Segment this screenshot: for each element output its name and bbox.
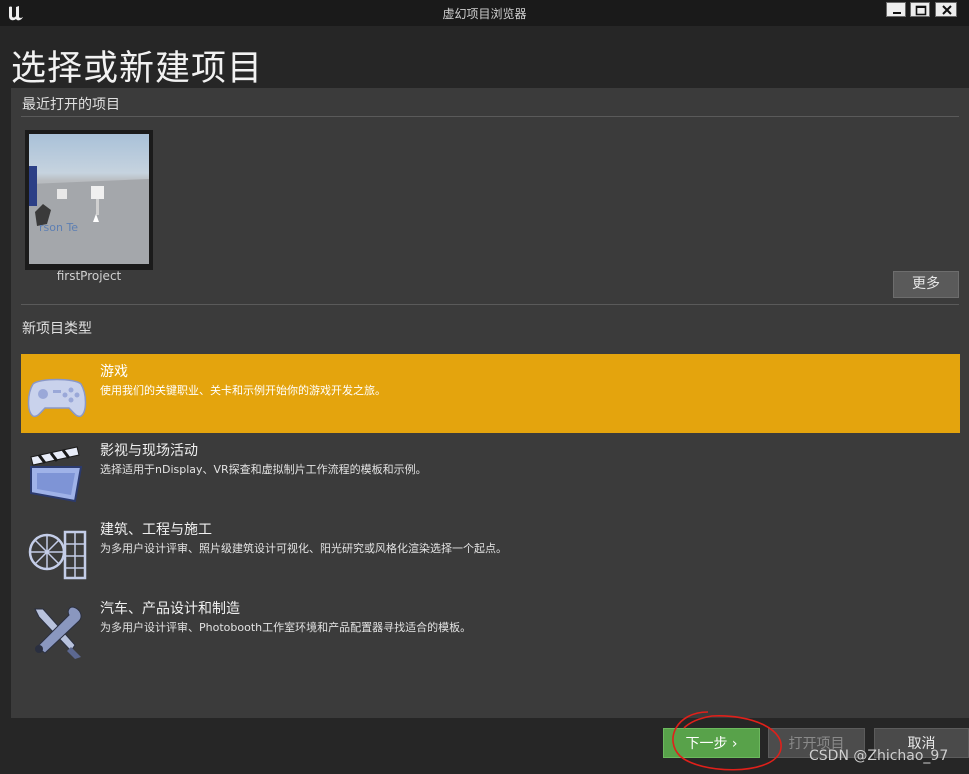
title-bar: 虚幻项目浏览器 — [0, 0, 969, 26]
type-name: 建筑、工程与施工 — [100, 522, 212, 538]
type-name: 汽车、产品设计和制造 — [100, 601, 240, 617]
maximize-button[interactable] — [910, 2, 930, 17]
type-item-film-live-events[interactable]: 影视与现场活动 选择适用于nDisplay、VR探查和虚拟制片工作流程的模板和示… — [21, 433, 960, 512]
type-description: 选择适用于nDisplay、VR探查和虚拟制片工作流程的模板和示例。 — [100, 463, 427, 476]
type-description: 为多用户设计评审、Photobooth工作室环境和产品配置器寻找适合的模板。 — [100, 621, 472, 634]
architecture-icon — [28, 530, 87, 580]
window-title: 虚幻项目浏览器 — [442, 7, 527, 21]
project-thumbnail: rson Te — [29, 134, 149, 264]
type-item-automotive[interactable]: 汽车、产品设计和制造 为多用户设计评审、Photobooth工作室环境和产品配置… — [21, 591, 960, 670]
project-name: firstProject — [56, 269, 122, 283]
main-panel: 最近打开的项目 rson Te firstProject 更多 新项目类型 游戏… — [11, 88, 969, 718]
minimize-icon — [893, 12, 901, 14]
gamepad-icon — [27, 378, 87, 418]
divider — [21, 116, 959, 117]
project-tile-firstproject[interactable]: rson Te — [25, 130, 153, 270]
svg-text:rson Te: rson Te — [39, 221, 78, 234]
maximize-icon — [915, 5, 927, 16]
watermark: CSDN @Zhichao_97 — [809, 748, 949, 764]
next-button[interactable]: 下一步 › — [663, 728, 760, 758]
type-description: 为多用户设计评审、照片级建筑设计可视化、阳光研究或风格化渲染选择一个起点。 — [100, 542, 507, 555]
more-button[interactable]: 更多 — [893, 271, 959, 298]
type-name: 影视与现场活动 — [100, 443, 198, 459]
clapperboard-icon — [30, 446, 83, 503]
minimize-button[interactable] — [886, 2, 906, 17]
thumbnail-scene-icon: rson Te — [29, 166, 149, 264]
recent-projects-label: 最近打开的项目 — [22, 97, 120, 113]
type-description: 使用我们的关键职业、关卡和示例开始你的游戏开发之旅。 — [100, 384, 386, 397]
close-button[interactable] — [935, 2, 957, 17]
type-name: 游戏 — [100, 364, 128, 380]
divider — [21, 304, 959, 305]
close-icon — [942, 5, 952, 15]
new-project-types-label: 新项目类型 — [22, 321, 92, 337]
footer: 下一步 › 打开项目 取消 CSDN @Zhichao_97 — [0, 718, 969, 774]
type-item-game[interactable]: 游戏 使用我们的关键职业、关卡和示例开始你的游戏开发之旅。 — [21, 354, 960, 433]
page-title: 选择或新建项目 — [11, 49, 264, 89]
tools-icon — [34, 606, 82, 659]
type-item-architecture[interactable]: 建筑、工程与施工 为多用户设计评审、照片级建筑设计可视化、阳光研究或风格化渲染选… — [21, 512, 960, 591]
